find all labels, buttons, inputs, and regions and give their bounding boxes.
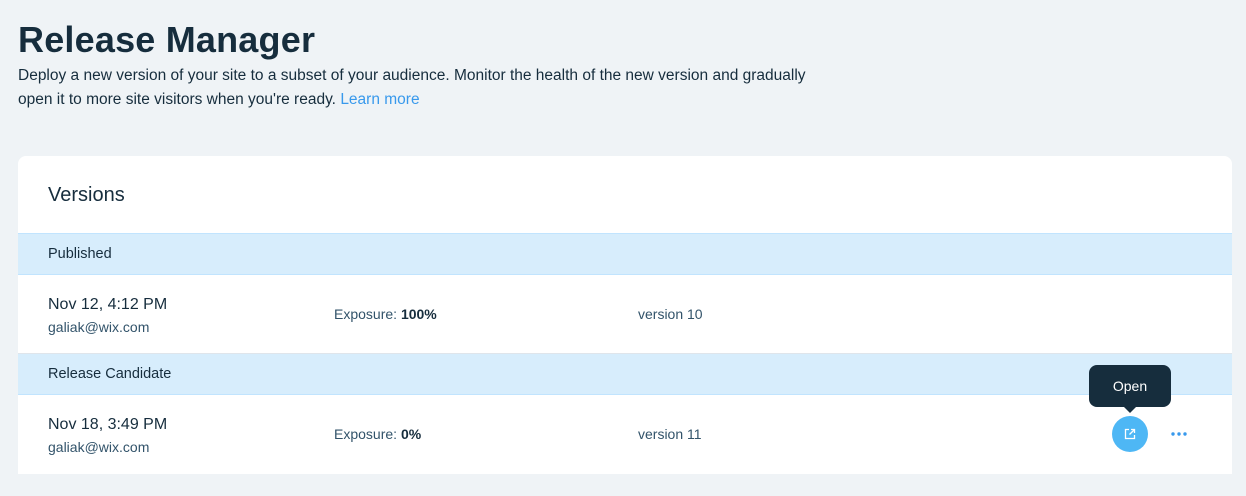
- page-title: Release Manager: [18, 19, 316, 60]
- open-version-button[interactable]: [1112, 416, 1148, 452]
- version-number: version 10: [638, 306, 703, 322]
- release-candidate-section-header: Release Candidate: [18, 354, 1232, 395]
- exposure-label: Exposure:: [334, 426, 398, 442]
- versions-title: Versions: [48, 184, 125, 206]
- version-exposure: Exposure: 0%: [334, 426, 421, 442]
- release-candidate-section-label: Release Candidate: [48, 366, 172, 382]
- open-tooltip: Open: [1089, 365, 1171, 413]
- versions-card: Versions Published Nov 12, 4:12 PM galia…: [18, 156, 1232, 474]
- learn-more-link[interactable]: Learn more: [340, 91, 419, 108]
- exposure-label: Exposure:: [334, 306, 398, 322]
- version-exposure: Exposure: 100%: [334, 306, 437, 322]
- version-date: Nov 12, 4:12 PM: [48, 296, 168, 313]
- version-author-email: galiak@wix.com: [48, 319, 150, 335]
- release-candidate-version-row: Nov 18, 3:49 PM galiak@wix.com Exposure:…: [18, 395, 1232, 474]
- exposure-value: 0%: [400, 426, 422, 442]
- version-number: version 11: [638, 426, 702, 442]
- version-date: Nov 18, 3:49 PM: [48, 416, 168, 433]
- published-section-header: Published: [18, 234, 1232, 275]
- versions-card-header: Versions: [18, 156, 1232, 234]
- published-version-row: Nov 12, 4:12 PM galiak@wix.com Exposure:…: [18, 275, 1232, 354]
- more-actions-button[interactable]: [1168, 423, 1190, 445]
- open-tooltip-text: Open: [1112, 378, 1148, 394]
- tooltip-arrow: [1124, 407, 1136, 413]
- external-link-icon: [1124, 428, 1136, 440]
- more-horizontal-icon: [1171, 432, 1187, 436]
- version-author-email: galiak@wix.com: [48, 439, 150, 455]
- page-description: Deploy a new version of your site to a s…: [18, 64, 838, 112]
- published-section-label: Published: [48, 246, 112, 262]
- exposure-value: 100%: [400, 306, 437, 322]
